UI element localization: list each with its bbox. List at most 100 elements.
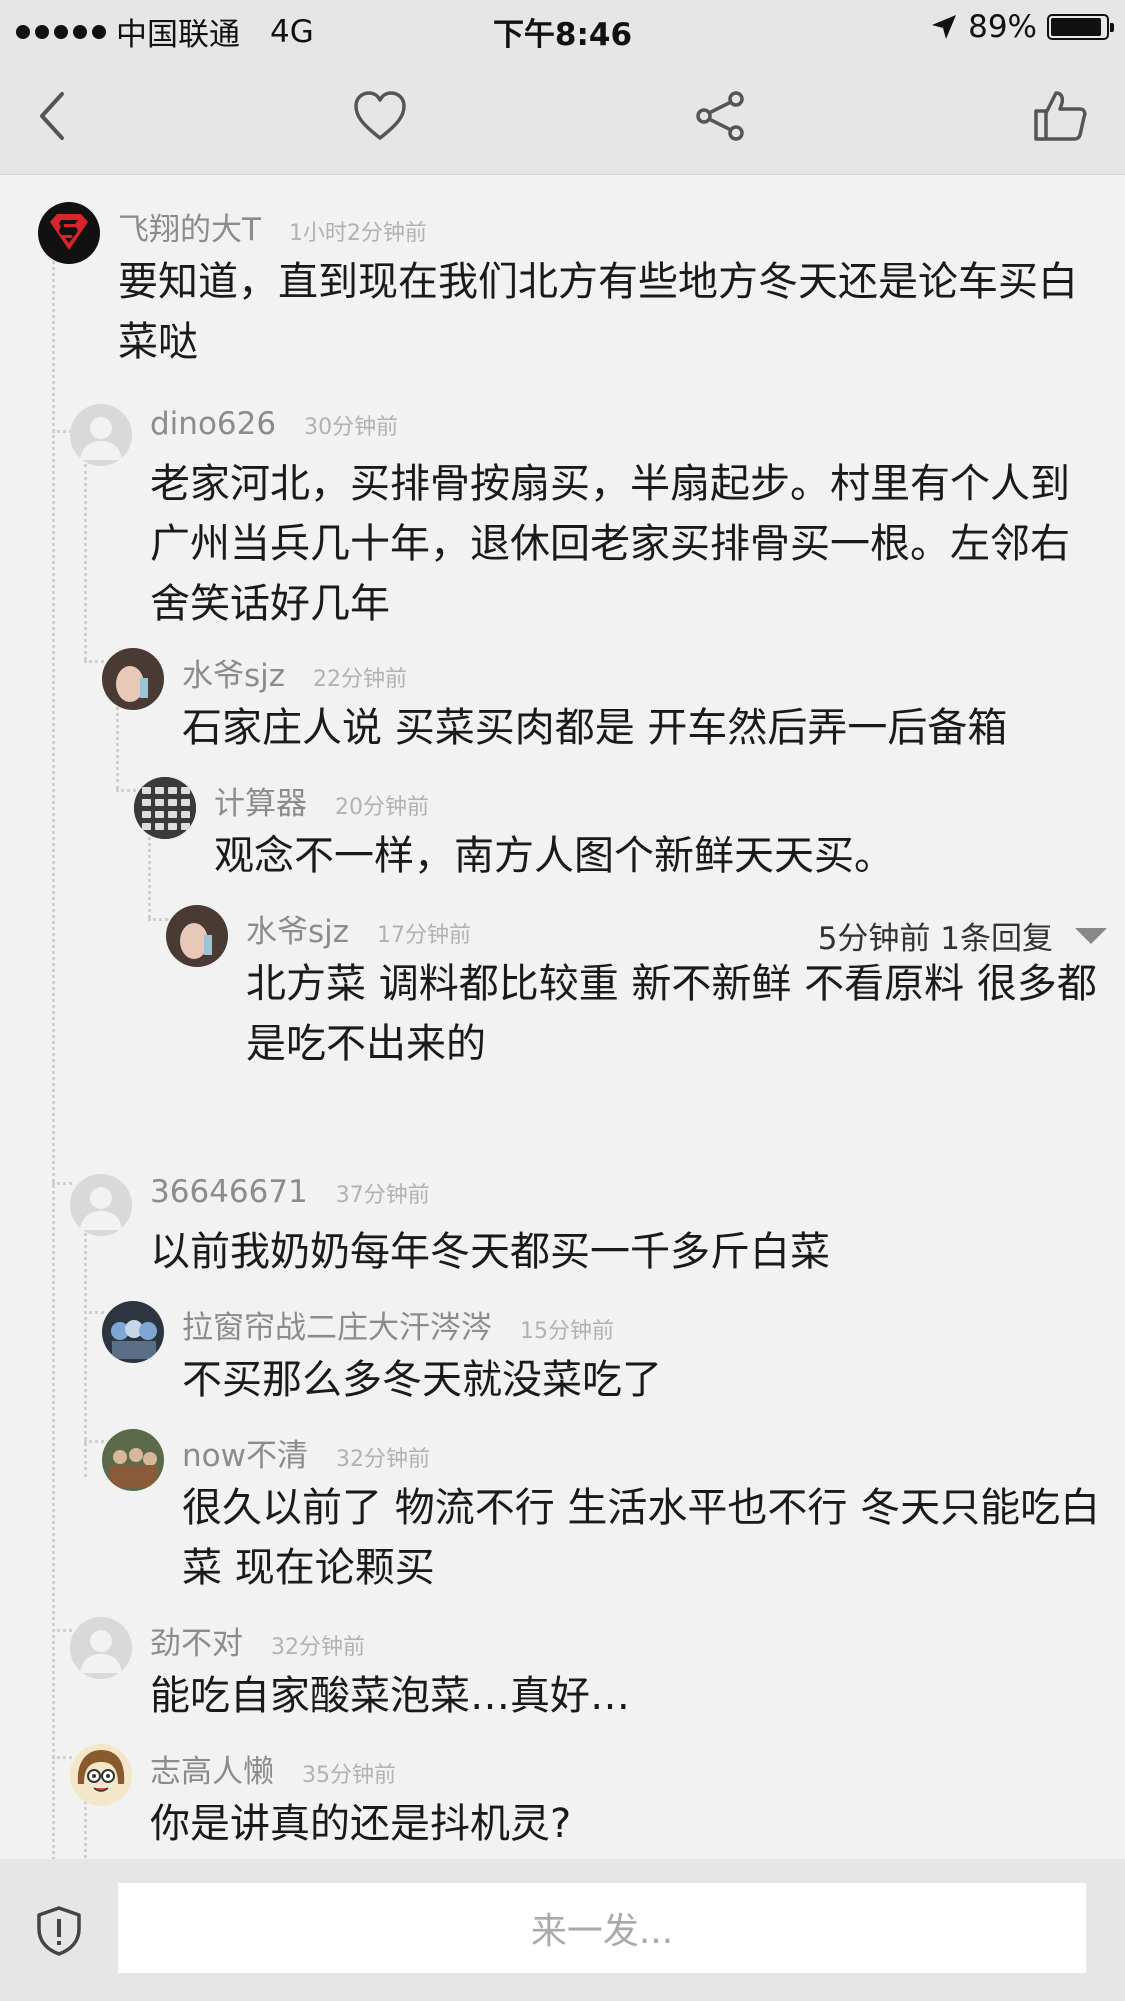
comment-header: 拉窗帘战二庄大汗涔涔 15分钟前 — [182, 1302, 614, 1347]
favorite-button[interactable] — [350, 86, 410, 146]
comment-input-bar: 来一发... — [0, 1859, 1125, 2001]
timestamp: 30分钟前 — [304, 415, 399, 440]
nav-bar — [0, 56, 1125, 175]
comment-text[interactable]: 以前我奶奶每年冬天都买一千多斤白菜 — [150, 1222, 1107, 1282]
default-user-icon — [80, 417, 122, 460]
avatar[interactable] — [38, 202, 100, 264]
timestamp: 37分钟前 — [335, 1183, 430, 1208]
thread-branch — [148, 918, 168, 921]
timestamp: 1小时2分钟前 — [288, 221, 427, 246]
timestamp: 17分钟前 — [377, 923, 472, 948]
thread-line — [84, 1794, 87, 1859]
username[interactable]: 水爷sjz — [182, 658, 285, 694]
username[interactable]: now不清 — [182, 1438, 308, 1474]
avatar[interactable] — [102, 648, 164, 710]
timestamp: 32分钟前 — [271, 1635, 365, 1660]
avatar[interactable] — [102, 1429, 164, 1491]
timestamp: 35分钟前 — [302, 1763, 396, 1788]
comment: 劲不对 32分钟前 能吃自家酸菜泡菜…真好… — [150, 1618, 1107, 1719]
report-button[interactable] — [34, 1905, 84, 1961]
heart-icon — [354, 91, 406, 140]
timestamp: 20分钟前 — [335, 795, 429, 820]
avatar[interactable] — [70, 1744, 132, 1806]
battery-icon — [1047, 14, 1114, 40]
comment-text[interactable]: 能吃自家酸菜泡菜…真好… — [150, 1666, 1107, 1726]
more-replies-button[interactable]: 5分钟前 1条回复 — [818, 913, 1107, 958]
user-photo-icon — [102, 1301, 164, 1363]
user-photo-icon — [102, 648, 164, 710]
thread-line — [84, 464, 87, 660]
thumbs-up-button[interactable] — [1030, 86, 1090, 146]
thread-branch — [116, 789, 136, 792]
comment-text[interactable]: 老家河北，买排骨按扇买，半扇起步。村里有个人到广州当兵几十年，退休回老家买排骨买… — [150, 454, 1107, 634]
comment-header: 36646671 37分钟前 — [150, 1174, 430, 1210]
timestamp: 22分钟前 — [313, 667, 408, 692]
calculator-icon — [134, 777, 196, 839]
comment-header: 水爷sjz 17分钟前 — [246, 906, 471, 951]
thread-line — [84, 1220, 87, 1477]
avatar[interactable] — [102, 1301, 164, 1363]
cartoon-avatar-icon — [70, 1744, 132, 1806]
thread-line — [116, 694, 119, 789]
comment: 水爷sjz 22分钟前 石家庄人说 买菜买肉都是 开车然后弄一后备箱 — [182, 650, 1107, 751]
avatar[interactable] — [134, 777, 196, 839]
comment-text[interactable]: 北方菜 调料都比较重 新不新鲜 不看原料 很多都是吃不出来的 — [246, 954, 1107, 1074]
thread-branch — [52, 1629, 72, 1632]
thread-branch — [52, 1756, 72, 1759]
username[interactable]: 劲不对 — [150, 1626, 243, 1662]
username[interactable]: 志高人懒 — [150, 1754, 274, 1790]
comment-header: 志高人懒 35分钟前 — [150, 1746, 396, 1791]
thread-branch — [84, 660, 104, 663]
more-replies-label: 5分钟前 1条回复 — [817, 921, 1053, 957]
comment: now不清 32分钟前 很久以前了 物流不行 生活水平也不行 冬天只能吃白菜 现在… — [182, 1430, 1107, 1591]
chevron-left-icon — [40, 92, 64, 140]
superman-logo-icon — [50, 214, 88, 250]
dropdown-triangle-icon — [1075, 927, 1107, 944]
comment-text[interactable]: 要知道，直到现在我们北方有些地方冬天还是论车买白菜哒 — [118, 252, 1107, 372]
thread-branch — [84, 1311, 104, 1314]
username[interactable]: 飞翔的大T — [118, 212, 261, 248]
comment-header: 劲不对 32分钟前 — [150, 1618, 365, 1663]
share-button[interactable] — [690, 86, 750, 146]
comment-header: 飞翔的大T 1小时2分钟前 — [118, 204, 427, 249]
comment-text[interactable]: 很久以前了 物流不行 生活水平也不行 冬天只能吃白菜 现在论颗买 — [182, 1478, 1107, 1598]
thread-branch — [52, 430, 72, 433]
comment: dino626 30分钟前 老家河北，买排骨按扇买，半扇起步。村里有个人到广州当兵… — [150, 406, 1107, 627]
username[interactable]: 水爷sjz — [246, 914, 349, 950]
timestamp: 15分钟前 — [520, 1319, 614, 1344]
comment: 飞翔的大T 1小时2分钟前 要知道，直到现在我们北方有些地方冬天还是论车买白菜哒 — [118, 204, 1107, 365]
comment-text[interactable]: 你是讲真的还是抖机灵? — [150, 1794, 1107, 1854]
avatar[interactable] — [70, 1174, 132, 1236]
default-user-icon — [80, 1187, 122, 1230]
comment: 拉窗帘战二庄大汗涔涔 15分钟前 不买那么多冬天就没菜吃了 — [182, 1302, 1107, 1403]
thread-line — [52, 236, 55, 1859]
status-right: 89% — [930, 9, 1114, 45]
location-arrow-icon — [932, 15, 957, 39]
share-icon — [696, 91, 744, 141]
comment-header: dino626 30分钟前 — [150, 406, 398, 442]
username[interactable]: dino626 — [150, 406, 276, 442]
comment-thread: 飞翔的大T 1小时2分钟前 要知道，直到现在我们北方有些地方冬天还是论车买白菜哒 … — [0, 174, 1125, 1859]
comment-text[interactable]: 观念不一样，南方人图个新鲜天天买。 — [214, 826, 1107, 886]
avatar[interactable] — [70, 404, 132, 466]
timestamp: 32分钟前 — [335, 1447, 430, 1472]
battery-percent: 89% — [968, 9, 1037, 45]
status-bar: 中国联通 4G 下午8:46 89% — [0, 0, 1125, 56]
username[interactable]: 计算器 — [214, 786, 307, 822]
username[interactable]: 拉窗帘战二庄大汗涔涔 — [182, 1310, 492, 1346]
comment: 志高人懒 35分钟前 你是讲真的还是抖机灵? — [150, 1746, 1107, 1847]
thread-branch — [84, 1440, 104, 1443]
comment-header: 水爷sjz 22分钟前 — [182, 650, 407, 695]
comment-text[interactable]: 不买那么多冬天就没菜吃了 — [182, 1350, 1107, 1410]
avatar[interactable] — [70, 1617, 132, 1679]
comment-input[interactable]: 来一发... — [118, 1883, 1086, 1973]
comment: 计算器 20分钟前 观念不一样，南方人图个新鲜天天买。 — [214, 778, 1107, 879]
default-user-icon — [80, 1630, 122, 1673]
avatar[interactable] — [166, 905, 228, 967]
comment-header: 计算器 20分钟前 — [214, 778, 429, 823]
thumbs-up-icon — [1034, 91, 1087, 141]
user-photo-icon — [166, 905, 228, 967]
comment-text[interactable]: 石家庄人说 买菜买肉都是 开车然后弄一后备箱 — [182, 698, 1107, 758]
back-button[interactable] — [22, 86, 82, 146]
username[interactable]: 36646671 — [150, 1174, 308, 1210]
